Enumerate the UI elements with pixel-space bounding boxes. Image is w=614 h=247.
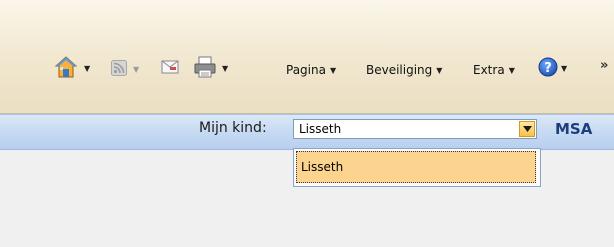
child-select[interactable]: Lisseth xyxy=(293,119,537,139)
feeds-button[interactable]: ▼ xyxy=(111,60,139,79)
dropdown-toggle-button[interactable] xyxy=(519,121,535,137)
command-bar: ▼ ▼ ▼ Pagina ▼ Beveiliging ▼ Extra ▼ ? ▼… xyxy=(0,0,614,114)
menu-pagina[interactable]: Pagina ▼ xyxy=(286,63,336,77)
mail-button[interactable] xyxy=(161,59,179,78)
help-dropdown-arrow[interactable]: ▼ xyxy=(561,64,567,73)
help-icon: ? xyxy=(538,57,558,80)
chevron-down-icon: ▼ xyxy=(329,65,337,75)
rss-feed-icon xyxy=(111,60,127,79)
menu-extra-label: Extra xyxy=(473,63,505,77)
menu-beveiliging-label: Beveiliging xyxy=(366,63,433,77)
menu-pagina-label: Pagina xyxy=(286,63,326,77)
help-button[interactable]: ? ▼ xyxy=(538,57,567,80)
home-icon xyxy=(54,55,78,82)
home-dropdown-arrow[interactable]: ▼ xyxy=(84,64,90,73)
print-button[interactable]: ▼ xyxy=(194,56,228,81)
print-icon xyxy=(194,56,216,81)
print-dropdown-arrow[interactable]: ▼ xyxy=(222,64,228,73)
dropdown-option-lisseth[interactable]: Lisseth xyxy=(296,151,536,183)
menu-extra[interactable]: Extra ▼ xyxy=(473,63,515,77)
chevron-down-icon: ▼ xyxy=(508,65,515,75)
dropdown-option-label: Lisseth xyxy=(301,160,344,174)
mail-icon xyxy=(161,59,179,78)
child-select-value: Lisseth xyxy=(299,122,342,136)
child-select-dropdown: Lisseth xyxy=(293,148,541,187)
chevron-down-icon: ▼ xyxy=(436,65,443,75)
brand-logo-text: MSA xyxy=(555,120,593,138)
chevron-down-icon xyxy=(522,126,532,132)
menu-beveiliging[interactable]: Beveiliging ▼ xyxy=(366,63,442,77)
child-select-label: Mijn kind: xyxy=(199,120,267,136)
svg-text:?: ? xyxy=(544,61,552,76)
home-button[interactable]: ▼ xyxy=(54,55,90,82)
feeds-dropdown-arrow[interactable]: ▼ xyxy=(133,65,139,74)
toolbar-overflow-chevron[interactable]: » xyxy=(600,58,608,73)
